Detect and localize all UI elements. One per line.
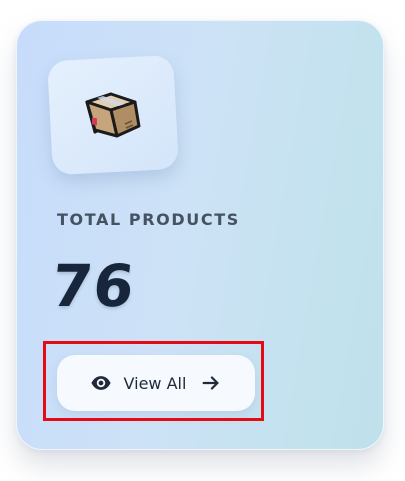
package-box-icon	[85, 92, 141, 138]
stat-value: 76	[48, 252, 139, 320]
view-all-label: View All	[123, 373, 187, 393]
arrow-right-icon	[200, 372, 222, 394]
stat-card-total-products: TOTAL PRODUCTS 76 View All	[16, 20, 384, 450]
icon-tile	[47, 54, 179, 176]
stat-label: TOTAL PRODUCTS	[57, 210, 240, 229]
page: TOTAL PRODUCTS 76 View All	[0, 0, 405, 481]
eye-icon	[90, 372, 112, 394]
view-all-button[interactable]: View All	[57, 355, 255, 411]
